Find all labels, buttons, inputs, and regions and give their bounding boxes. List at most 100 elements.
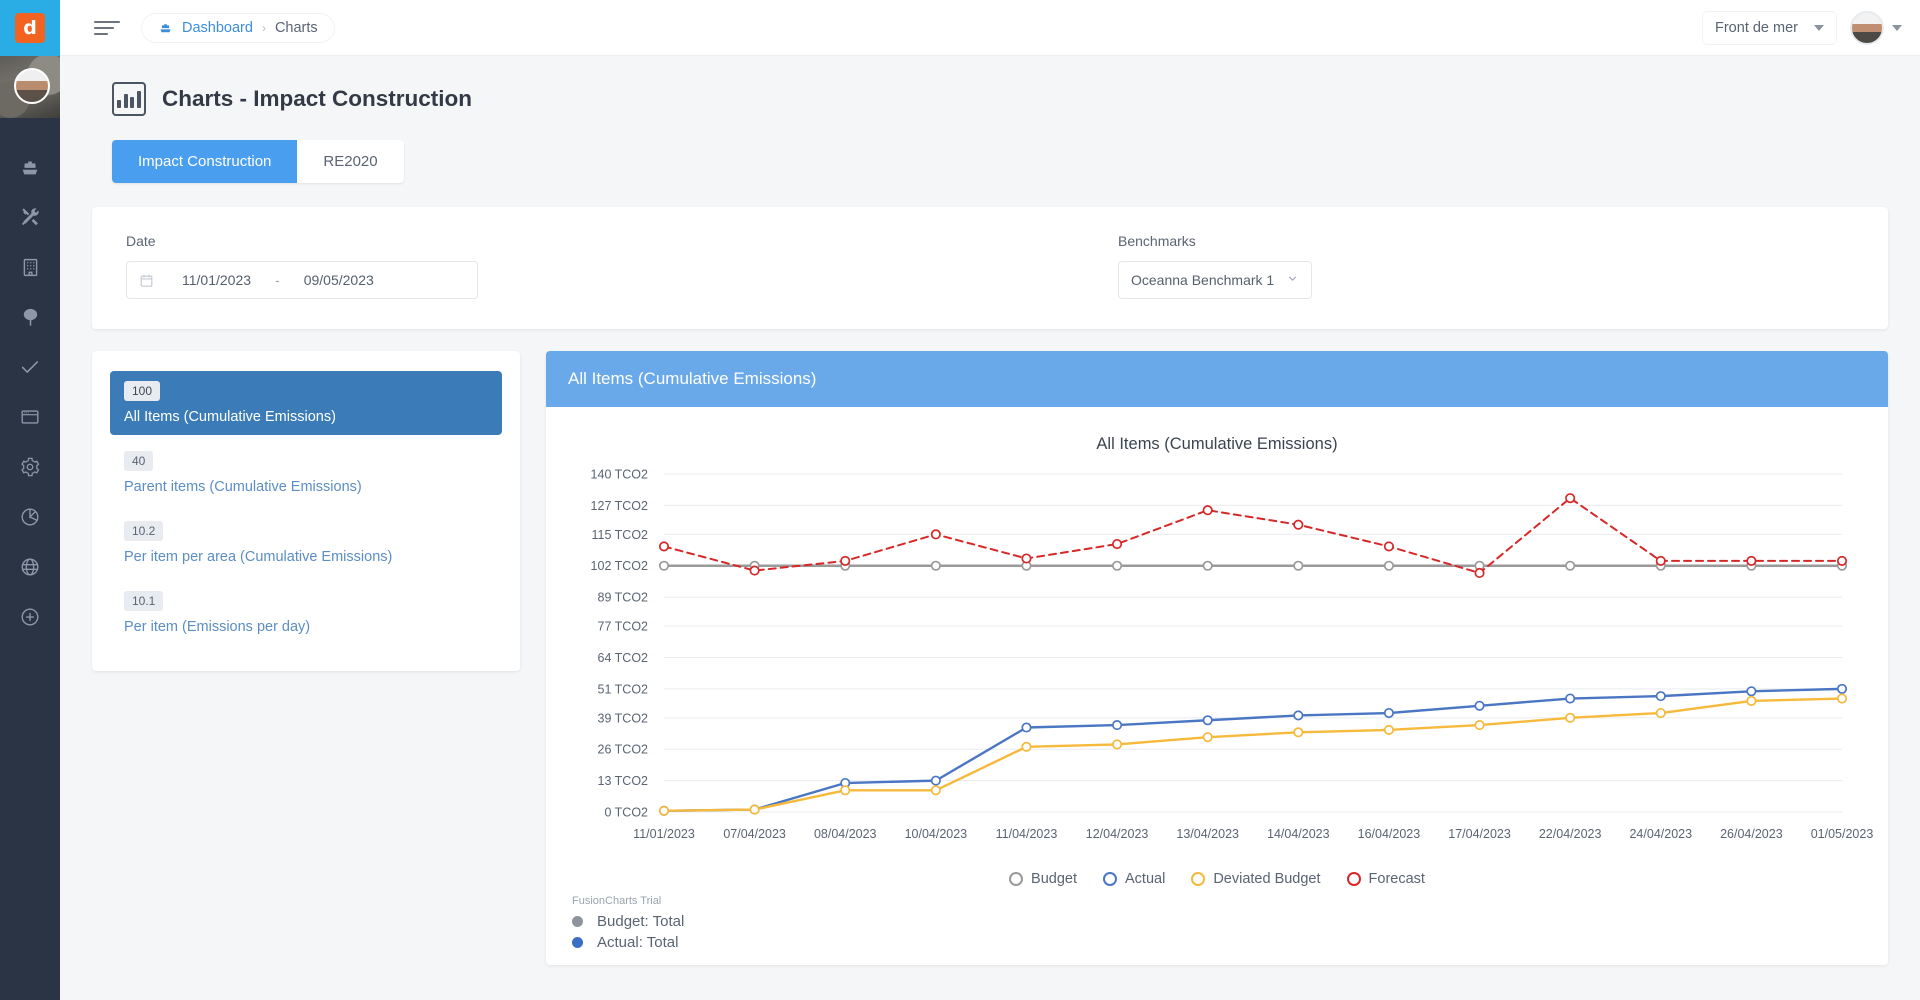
lower-section: 100 All Items (Cumulative Emissions) 40 … xyxy=(92,351,1888,965)
chart-data-point[interactable] xyxy=(1202,732,1213,743)
item-badge: 100 xyxy=(124,381,161,401)
chart-data-point[interactable] xyxy=(1565,493,1576,504)
x-axis-tick-label: 01/05/2023 xyxy=(1811,827,1874,841)
plus-circle-icon xyxy=(19,606,41,628)
chart-data-point[interactable] xyxy=(1474,700,1485,711)
item-badge: 10.2 xyxy=(124,521,164,541)
organization-selector[interactable]: Front de mer xyxy=(1703,11,1836,44)
chart-data-point[interactable] xyxy=(749,804,760,815)
chevron-down-icon xyxy=(1814,24,1824,31)
x-axis-tick-label: 12/04/2023 xyxy=(1086,827,1149,841)
list-item[interactable]: 10.1 Per item (Emissions per day) xyxy=(110,581,502,645)
sidebar-item-projects[interactable] xyxy=(0,142,60,192)
tab-impact-construction[interactable]: Impact Construction xyxy=(112,140,298,183)
chart-data-point[interactable] xyxy=(1202,505,1213,516)
chart-data-point[interactable] xyxy=(1383,707,1394,719)
sidebar-item-charts[interactable] xyxy=(0,492,60,542)
chart-data-point[interactable] xyxy=(658,805,670,816)
y-axis-tick-label: 102 TCO2 xyxy=(591,559,648,573)
legend-marker xyxy=(1103,872,1117,886)
chart-data-point[interactable] xyxy=(1474,720,1485,731)
menu-toggle-icon[interactable] xyxy=(94,20,120,35)
chart-data-point[interactable] xyxy=(1836,683,1848,694)
chart-data-point[interactable] xyxy=(1565,693,1576,704)
chart-data-point[interactable] xyxy=(1836,693,1848,704)
chart-data-point[interactable] xyxy=(1202,560,1213,571)
sidebar-item-add[interactable] xyxy=(0,592,60,642)
check-icon xyxy=(19,356,41,378)
rail-user-photo[interactable] xyxy=(0,56,60,118)
chart-data-point[interactable] xyxy=(1655,555,1666,566)
sidebar-item-settings[interactable] xyxy=(0,442,60,492)
date-range-input[interactable]: 11/01/2023 - 09/05/2023 xyxy=(126,261,478,299)
app-root: d Dashboard › Charts Front de mer Charts… xyxy=(0,0,1920,1000)
series-color-dot xyxy=(572,916,583,927)
chart-data-point[interactable] xyxy=(840,555,851,566)
chart-data-point[interactable] xyxy=(1021,741,1032,752)
chart-data-point[interactable] xyxy=(930,775,941,786)
chart-data-point[interactable] xyxy=(658,560,670,571)
sidebar-item-tools[interactable] xyxy=(0,192,60,242)
list-item[interactable]: 100 All Items (Cumulative Emissions) xyxy=(110,371,502,435)
chart-data-point[interactable] xyxy=(930,785,941,796)
item-label: Parent items (Cumulative Emissions) xyxy=(124,479,362,495)
chart-data-point[interactable] xyxy=(1746,686,1757,697)
chart-data-point[interactable] xyxy=(840,785,851,796)
chart-data-point[interactable] xyxy=(1293,710,1304,721)
list-item[interactable]: 10.2 Per item per area (Cumulative Emiss… xyxy=(110,511,502,575)
sidebar-item-tasks[interactable] xyxy=(0,342,60,392)
legend-marker xyxy=(1346,872,1361,886)
chart-data-point[interactable] xyxy=(1746,555,1757,566)
benchmarks-select[interactable]: Oceanna Benchmark 1 xyxy=(1118,261,1312,299)
chart-data-point[interactable] xyxy=(749,565,760,576)
gear-icon xyxy=(19,456,41,478)
legend-item[interactable]: Actual xyxy=(1103,871,1165,887)
chart-data-point[interactable] xyxy=(1836,555,1848,566)
legend-label: Deviated Budget xyxy=(1213,871,1321,887)
legend-item[interactable]: Forecast xyxy=(1346,871,1425,887)
sidebar-item-reports[interactable] xyxy=(0,392,60,442)
item-badge: 10.1 xyxy=(124,591,164,611)
bar-chart-icon xyxy=(112,82,146,116)
list-item[interactable]: 40 Parent items (Cumulative Emissions) xyxy=(110,441,502,505)
legend-item[interactable]: Deviated Budget xyxy=(1191,871,1321,887)
breadcrumb-dashboard[interactable]: Dashboard xyxy=(182,20,253,36)
chart-data-point[interactable] xyxy=(1565,560,1576,571)
items-list-panel: 100 All Items (Cumulative Emissions) 40 … xyxy=(92,351,520,671)
page-title: Charts - Impact Construction xyxy=(162,86,473,111)
chart-data-point[interactable] xyxy=(1383,541,1394,552)
tab-re2020[interactable]: RE2020 xyxy=(297,140,404,183)
sidebar-item-environment[interactable] xyxy=(0,292,60,342)
chart-data-point[interactable] xyxy=(1112,720,1123,731)
chart-data-point[interactable] xyxy=(1112,538,1123,550)
line-chart[interactable]: 0 TCO2 13 TCO2 26 TCO2 39 TCO2 51 TCO2 64 TCO… xyxy=(554,460,1882,860)
chart-data-point[interactable] xyxy=(658,541,670,552)
y-axis-tick-label: 64 TCO2 xyxy=(598,651,649,665)
chart-data-point[interactable] xyxy=(1383,724,1394,735)
user-menu[interactable] xyxy=(1850,10,1902,45)
page-tabs: Impact Construction RE2020 xyxy=(112,140,404,183)
chart-data-point[interactable] xyxy=(1293,560,1304,571)
chart-data-point[interactable] xyxy=(1655,707,1666,719)
chart-data-point[interactable] xyxy=(1293,727,1304,738)
chart-data-point[interactable] xyxy=(1112,739,1123,750)
chart-data-point[interactable] xyxy=(1202,715,1213,726)
chart-data-point[interactable] xyxy=(1746,695,1757,706)
legend-item[interactable]: Budget xyxy=(1009,871,1077,887)
chart-data-point[interactable] xyxy=(1293,519,1304,530)
legend-label: Actual xyxy=(1125,871,1166,887)
chart-data-point[interactable] xyxy=(1021,722,1032,733)
app-logo[interactable]: d xyxy=(0,0,60,56)
chart-data-point[interactable] xyxy=(930,529,941,540)
sidebar-item-global[interactable] xyxy=(0,542,60,592)
chart-data-point[interactable] xyxy=(1383,560,1394,571)
chart-data-point[interactable] xyxy=(1474,567,1485,579)
chart-data-point[interactable] xyxy=(1021,553,1032,564)
chart-data-point[interactable] xyxy=(1112,560,1123,571)
item-label: All Items (Cumulative Emissions) xyxy=(124,409,336,425)
chart-data-point[interactable] xyxy=(930,560,941,571)
chart-data-point[interactable] xyxy=(1655,691,1666,702)
chart-data-point[interactable] xyxy=(1565,712,1576,723)
sidebar-item-buildings[interactable] xyxy=(0,242,60,292)
chart-title: All Items (Cumulative Emissions) xyxy=(1096,435,1338,453)
